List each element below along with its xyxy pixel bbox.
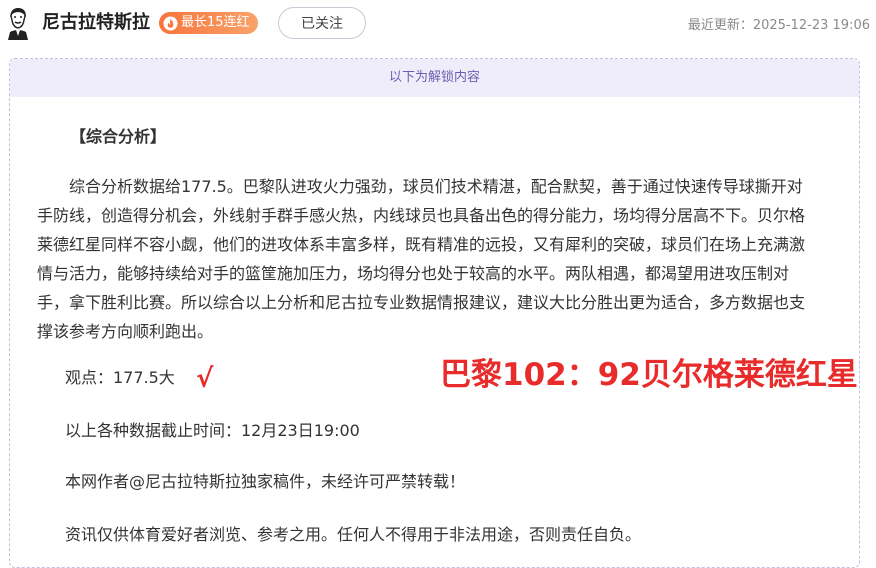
final-score-overlay: 巴黎102：92贝尔格莱德红星 — [440, 357, 858, 393]
tesla-portrait-avatar-icon — [8, 8, 28, 40]
author-name[interactable]: 尼古拉特斯拉 — [42, 12, 150, 34]
flame-icon — [163, 15, 178, 31]
author-avatar[interactable] — [4, 6, 32, 40]
unlocked-content-panel: 以下为解锁内容 【综合分析】 综合分析数据给177.5。巴黎队进攻火力强劲，球员… — [9, 58, 860, 568]
viewpoint-line: 观点：177.5大 — [65, 368, 175, 387]
unlock-banner: 以下为解锁内容 — [10, 59, 859, 97]
streak-badge-label: 最长15连红 — [181, 15, 250, 30]
copyright-notice: 本网作者@尼古拉特斯拉独家稿件，未经许可严禁转载！ — [65, 472, 466, 491]
section-title: 【综合分析】 — [70, 127, 167, 146]
streak-badge: 最长15连红 — [159, 12, 258, 34]
author-header: 尼古拉特斯拉 最长15连红 已关注 最近更新：2025-12-23 19:06 — [0, 0, 876, 46]
follow-button[interactable]: 已关注 — [278, 7, 366, 39]
analysis-paragraph: 综合分析数据给177.5。巴黎队进攻火力强劲，球员们技术精湛，配合默契，善于通过… — [37, 177, 806, 341]
disclaimer: 资讯仅供体育爱好者浏览、参考之用。任何人不得用于非法用途，否则责任自负。 — [65, 525, 642, 544]
last-updated-value: 2025-12-23 19:06 — [752, 18, 870, 33]
data-cutoff-line: 以上各种数据截止时间：12月23日19:00 — [65, 421, 360, 440]
last-updated-label: 最近更新： — [687, 18, 753, 33]
last-updated: 最近更新：2025-12-23 19:06 — [688, 14, 870, 33]
checkmark-icon: √ — [196, 364, 214, 394]
